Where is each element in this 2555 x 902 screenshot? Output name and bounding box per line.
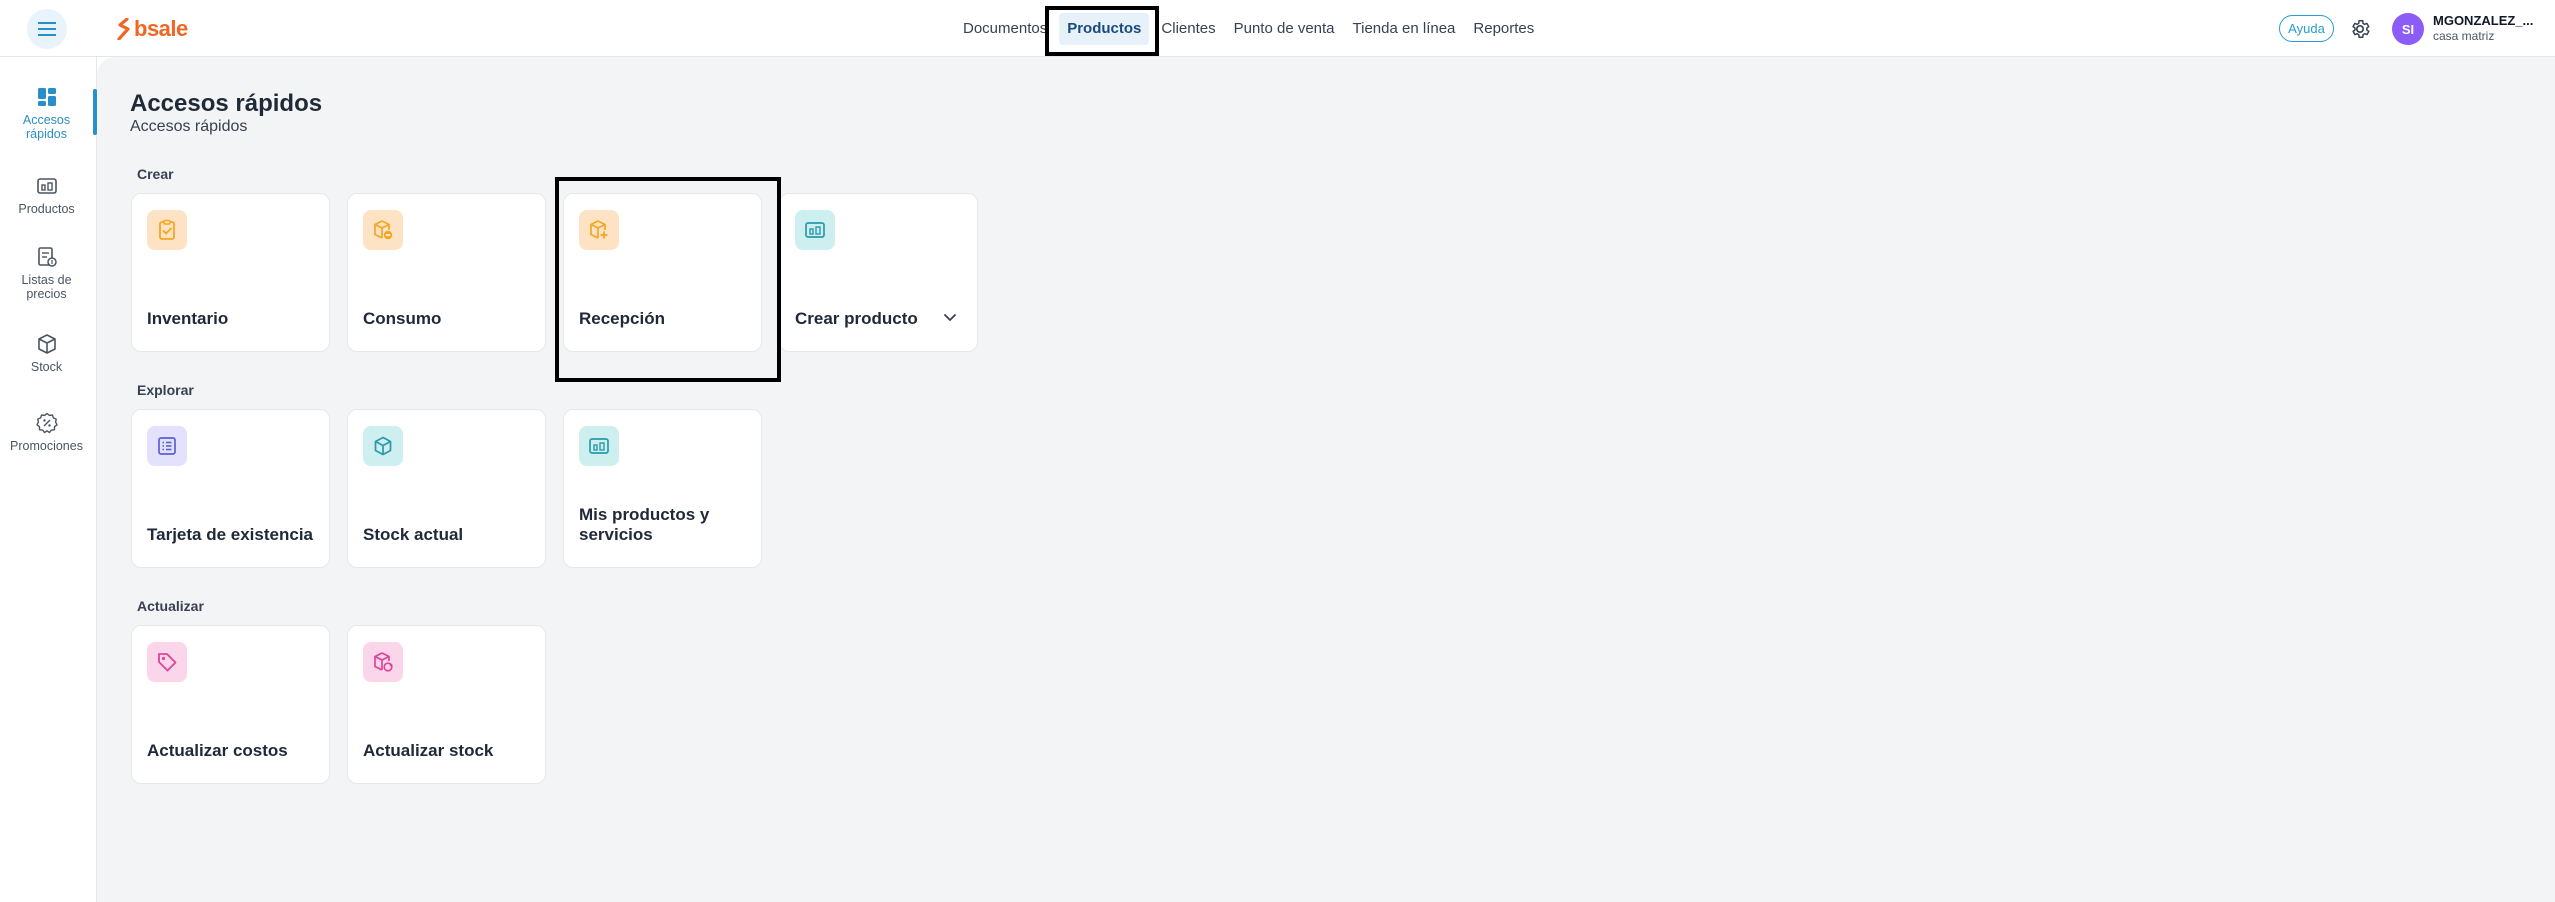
box-plus-icon	[579, 210, 619, 250]
card-mis-productos-y-servicios[interactable]: Mis productos y servicios	[563, 409, 762, 568]
user-branch: casa matriz	[2433, 29, 2495, 43]
hamburger-icon	[38, 22, 56, 36]
card-actualizar-stock[interactable]: Actualizar stock	[347, 625, 546, 784]
card-stock-actual[interactable]: Stock actual	[347, 409, 546, 568]
user-name[interactable]: MGONZALEZ_...	[2433, 13, 2533, 28]
card-label: Mis productos y servicios	[579, 505, 710, 544]
section-label-actualizar: Actualizar	[137, 598, 204, 614]
price-list-icon	[35, 245, 59, 269]
sidebar-item-label: Stock	[30, 360, 63, 374]
card-label: Inventario	[147, 309, 229, 328]
page-subtitle: Accesos rápidos	[130, 118, 248, 135]
main-content: Accesos rápidos Accesos rápidos Crear In…	[97, 57, 2555, 902]
gear-icon	[2352, 20, 2370, 38]
sidebar-item-label: Listas de precios	[21, 273, 72, 301]
card-consumo[interactable]: Consumo	[347, 193, 546, 352]
card-label: Recepción	[579, 309, 665, 328]
help-button[interactable]: Ayuda	[2279, 15, 2334, 42]
clipboard-check-icon	[147, 210, 187, 250]
sidebar-item-listas-de-precios[interactable]: Listas de precios	[0, 245, 93, 301]
section-label-crear: Crear	[137, 166, 174, 182]
nav-punto-de-venta[interactable]: Punto de venta	[1226, 13, 1343, 45]
products-icon	[35, 174, 59, 198]
settings-button[interactable]	[2347, 16, 2373, 42]
sidebar-item-accesos-rapidos[interactable]: Accesos rápidos	[0, 85, 93, 141]
bsale-logo-icon	[117, 18, 130, 40]
card-label: Consumo	[363, 309, 442, 328]
products-icon	[579, 426, 619, 466]
sidebar: Accesos rápidos Productos Listas de prec…	[0, 57, 97, 902]
section-label-explorar: Explorar	[137, 382, 194, 398]
bsale-logo[interactable]: bsale	[117, 16, 188, 41]
cube-icon	[363, 426, 403, 466]
card-actualizar-costos[interactable]: Actualizar costos	[131, 625, 330, 784]
nav-tienda-en-linea[interactable]: Tienda en línea	[1345, 13, 1464, 45]
chevron-down-icon[interactable]	[943, 311, 957, 325]
card-label: Actualizar stock	[363, 741, 494, 760]
page-title: Accesos rápidos	[130, 90, 323, 117]
box-icon	[35, 332, 59, 356]
user-avatar[interactable]: SI	[2392, 13, 2424, 45]
list-icon	[147, 426, 187, 466]
products-icon	[795, 210, 835, 250]
sidebar-item-stock[interactable]: Stock	[0, 332, 93, 374]
card-label: Tarjeta de existencia	[147, 525, 313, 544]
hamburger-menu-button[interactable]	[27, 9, 67, 49]
promo-icon	[35, 411, 59, 435]
sidebar-item-label: Productos	[18, 202, 75, 216]
nav-documentos[interactable]: Documentos	[955, 13, 1055, 45]
card-inventario[interactable]: Inventario	[131, 193, 330, 352]
card-crear-producto[interactable]: Crear producto	[779, 193, 978, 352]
box-refresh-icon	[363, 642, 403, 682]
top-bar: bsale Documentos Productos Clientes Punt…	[0, 0, 2555, 57]
sidebar-item-promociones[interactable]: Promociones	[0, 411, 93, 453]
card-label: Crear producto	[795, 309, 918, 328]
dashboard-icon	[35, 85, 59, 109]
tag-icon	[147, 642, 187, 682]
box-minus-icon	[363, 210, 403, 250]
sidebar-item-label: Promociones	[10, 439, 83, 453]
logo-text: bsale	[134, 16, 188, 41]
card-label: Stock actual	[363, 525, 464, 544]
card-recepcion[interactable]: Recepción	[563, 193, 762, 352]
card-label: Actualizar costos	[147, 741, 288, 760]
nav-clientes[interactable]: Clientes	[1153, 13, 1223, 45]
main-nav: Documentos Productos Clientes Punto de v…	[955, 11, 1542, 47]
nav-productos[interactable]: Productos	[1059, 13, 1150, 45]
sidebar-item-productos[interactable]: Productos	[0, 174, 93, 216]
card-tarjeta-de-existencia[interactable]: Tarjeta de existencia	[131, 409, 330, 568]
sidebar-item-label: Accesos rápidos	[22, 113, 71, 141]
nav-reportes[interactable]: Reportes	[1465, 13, 1542, 45]
